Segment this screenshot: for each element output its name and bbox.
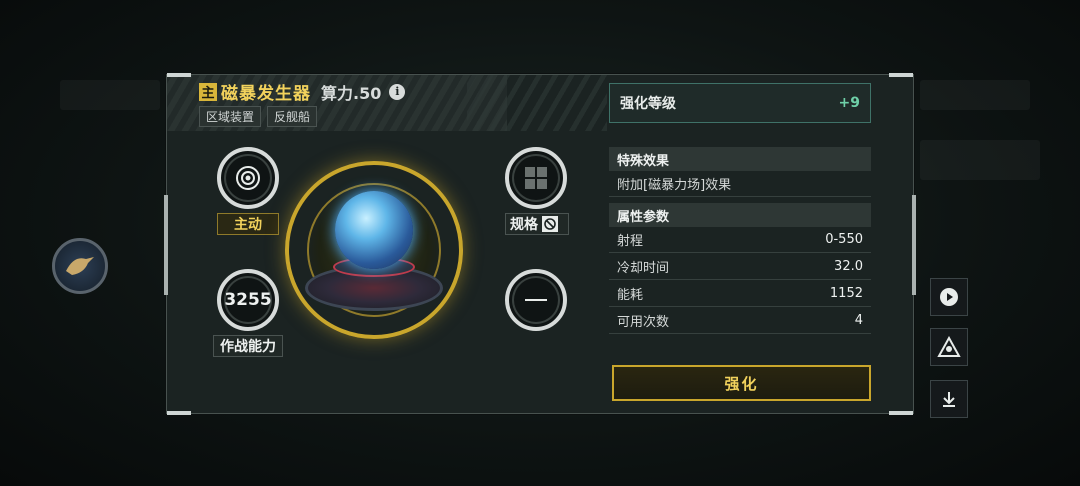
plasma-orb [335,191,413,269]
background-bar [60,80,160,110]
download-icon [943,392,955,407]
special-effect-header: 特殊效果 [609,147,871,171]
special-effect-text: 附加[磁暴力场]效果 [617,178,732,193]
corner-accent [889,73,913,77]
background-bar [920,140,1040,180]
attribute-row: 可用次数 4 [609,308,871,334]
item-tag: 区域装置 [199,106,262,127]
corner-accent [167,73,191,77]
attribute-row: 能耗 1152 [609,281,871,307]
attribute-label: 可用次数 [617,315,670,330]
spec-label: 规格 [510,217,538,233]
corner-accent [167,411,191,415]
item-power: 算力.50 [321,83,382,103]
spec-ring[interactable] [505,147,567,209]
empty-slot-ring[interactable] [505,269,567,331]
info-icon[interactable]: i [389,83,406,100]
enhance-level-box: 强化等级 +9 [609,83,871,123]
edge-accent [912,195,916,295]
grid-icon [525,167,547,189]
play-icon [940,288,958,306]
attributes-header: 属性参数 [609,203,871,227]
combat-label: 作战能力 [213,335,283,357]
download-button[interactable] [930,380,968,418]
attribute-value: 0-550 [825,232,863,247]
main-slot-tag: 主 [199,82,217,101]
attribute-value: 32.0 [834,259,863,274]
triangle-emblem-icon [937,336,961,357]
enhance-value: +9 [838,95,860,111]
spec-label-box: 规格 [505,213,569,235]
combat-value: 3255 [224,290,272,310]
attribute-row: 冷却时间 32.0 [609,254,871,280]
attribute-value: 1152 [829,286,863,301]
equipment-model [285,161,463,339]
item-name: 磁暴发生器 [221,84,311,104]
fleet-button[interactable] [930,328,968,366]
combat-ring: 3255 [217,269,279,331]
edge-accent [164,195,168,295]
strengthen-button[interactable]: 强化 [612,365,871,401]
item-tags: 区域装置 反舰船 [199,106,318,127]
header-stripes-accent [467,75,607,131]
target-icon [236,166,260,190]
bird-emblem-icon [66,257,94,275]
item-title-row: 主 磁暴发生器 算力.50 i [199,79,406,104]
corner-accent [889,411,913,415]
equipment-dialog: 主 磁暴发生器 算力.50 i 区域装置 反舰船 主动 3255 作战能力 规格… [164,73,916,415]
background-bar [920,80,1030,110]
empty-dash-icon [525,299,547,301]
attribute-label: 能耗 [617,288,644,303]
attribute-label: 射程 [617,234,644,249]
enhance-label: 强化等级 [620,96,676,112]
item-tag: 反舰船 [267,106,318,127]
attribute-label: 冷却时间 [617,261,670,276]
mode-label: 主动 [217,213,279,235]
attribute-row: 射程 0-550 [609,227,871,253]
no-entry-icon [542,216,558,232]
commander-avatar[interactable] [52,238,108,294]
play-button[interactable] [930,278,968,316]
attribute-value: 4 [854,313,863,328]
mode-ring [217,147,279,209]
special-effect-row: 附加[磁暴力场]效果 [609,171,871,197]
